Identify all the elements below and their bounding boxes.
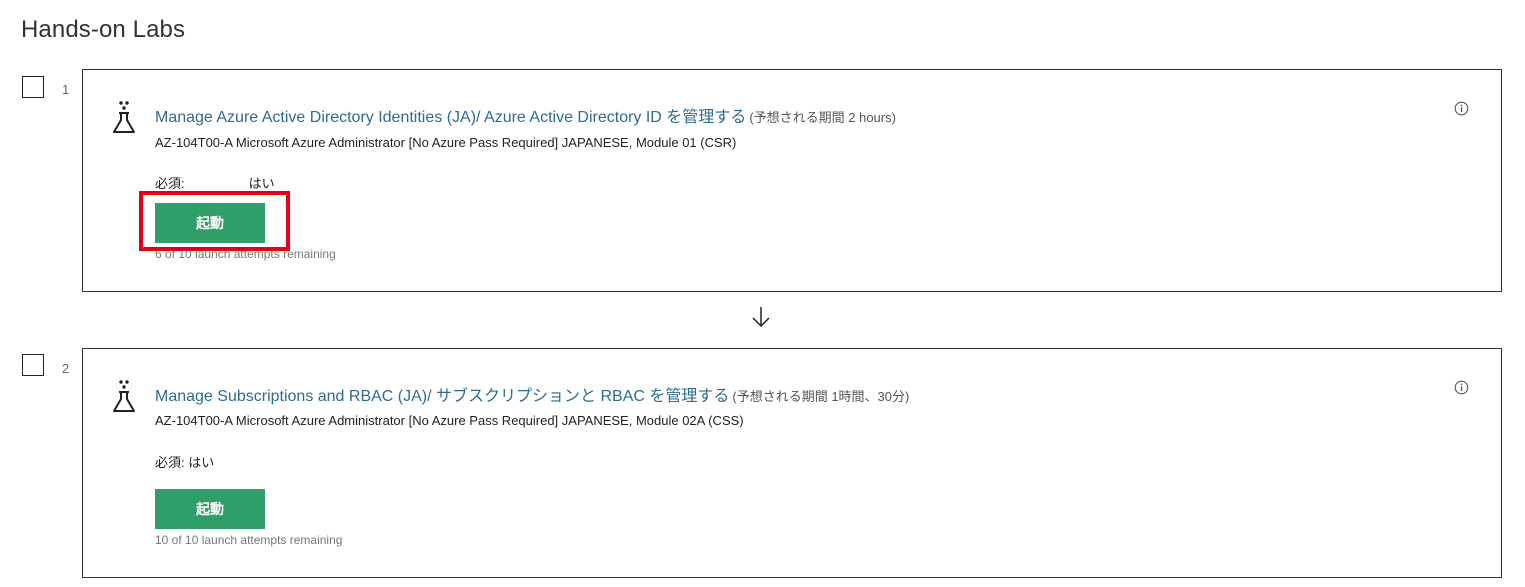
flask-icon (113, 380, 135, 412)
arrow-down-icon (752, 307, 770, 328)
lab-2-duration: (予想される期間 1時間、30分) (732, 389, 910, 404)
lab-1-required-value: はい (248, 176, 275, 191)
lab-2-required: 必須: はい (155, 452, 214, 471)
info-icon[interactable] (1454, 101, 1469, 116)
lab-2-required-value: はい (188, 455, 215, 470)
lab-2-title-line: Manage Subscriptions and RBAC (JA)/ サブスク… (155, 382, 909, 406)
lab-2-course: AZ-104T00-A Microsoft Azure Administrato… (155, 413, 744, 428)
lab-2-title-link[interactable]: Manage Subscriptions and RBAC (JA)/ サブスク… (155, 388, 729, 405)
lab-card-1: Manage Azure Active Directory Identities… (82, 69, 1502, 292)
lab-card-2: Manage Subscriptions and RBAC (JA)/ サブスク… (82, 348, 1502, 578)
info-icon[interactable] (1454, 380, 1469, 395)
lab-1-number: 1 (62, 82, 70, 97)
lab-1-attempts: 6 of 10 launch attempts remaining (155, 247, 336, 261)
flask-icon (113, 101, 135, 133)
lab-1-launch-button[interactable]: 起動 (155, 203, 265, 243)
lab-1-title-link[interactable]: Manage Azure Active Directory Identities… (155, 109, 746, 126)
lab-1-title-line: Manage Azure Active Directory Identities… (155, 103, 896, 127)
lab-2-required-label: 必須: (155, 455, 185, 470)
lab-2-launch-button[interactable]: 起動 (155, 489, 265, 529)
lab-1-checkbox[interactable] (22, 76, 44, 98)
page-title: Hands-on Labs (21, 16, 186, 43)
lab-1-course: AZ-104T00-A Microsoft Azure Administrato… (155, 135, 737, 150)
lab-2-checkbox[interactable] (22, 354, 44, 376)
lab-2-number: 2 (62, 361, 70, 376)
lab-2-attempts: 10 of 10 launch attempts remaining (155, 533, 343, 547)
lab-1-required: 必須: はい (155, 173, 275, 192)
lab-1-required-label: 必須: (155, 176, 185, 191)
lab-1-duration: (予想される期間 2 hours) (749, 110, 896, 125)
